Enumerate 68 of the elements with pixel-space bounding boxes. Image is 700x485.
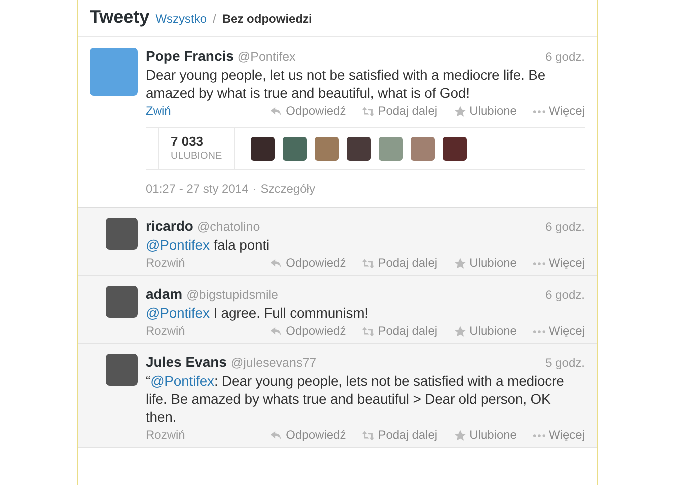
reply-button[interactable]: Odpowiedź	[270, 427, 346, 443]
more-button[interactable]: Więcej	[532, 323, 585, 339]
separator-slash: /	[213, 11, 216, 28]
tweet-text: @Pontifex fala ponti	[146, 236, 271, 254]
user-name[interactable]: adam	[146, 286, 183, 303]
retweet-icon	[362, 256, 376, 270]
star-icon	[454, 428, 467, 442]
reply-icon	[270, 104, 284, 118]
liker-avatar-placeholder[interactable]	[347, 136, 372, 160]
user-name[interactable]: ricardo	[146, 218, 194, 235]
filter-link[interactable]: Bez odpowiedzi	[222, 10, 312, 28]
avatar-photo-placeholder	[106, 354, 138, 386]
retweet-icon	[362, 428, 376, 442]
user-handle[interactable]: @julesevans77	[230, 355, 317, 372]
user-handle[interactable]: @chatolino	[197, 219, 260, 236]
collapse-link[interactable]: Zwiń	[146, 103, 172, 119]
avatar-photo-placeholder	[90, 48, 138, 96]
section-title: Tweety	[90, 6, 150, 29]
tweet-time: 6 godz.	[546, 219, 585, 236]
user-name[interactable]: Jules Evans	[146, 354, 227, 371]
favorite-button[interactable]: Ulubione	[454, 255, 517, 271]
tweet-text: Dear young people, let us not be satisfied with a mediocre life. Be amazed by what is true and beautiful, what is of God!	[146, 66, 547, 102]
star-icon	[454, 104, 467, 118]
tweet-time: 5 godz.	[546, 355, 585, 372]
reply-button[interactable]: Odpowiedź	[270, 323, 346, 339]
star-icon	[454, 256, 467, 270]
avatar-photo-placeholder	[106, 218, 138, 250]
details-link[interactable]: Szczegóły	[260, 180, 316, 198]
favorite-button[interactable]: Ulubione	[454, 103, 517, 119]
more-button[interactable]: Więcej	[532, 103, 585, 119]
favorite-button[interactable]: Ulubione	[454, 427, 517, 443]
reply-icon	[270, 256, 284, 270]
retweet-button[interactable]: Podaj dalej	[362, 323, 438, 339]
favorites-count: 7 033	[171, 134, 205, 149]
reply-icon	[270, 324, 284, 338]
expand-link[interactable]: Rozwiń	[146, 323, 270, 339]
filter-link[interactable]: Wszystko	[156, 10, 208, 28]
liker-avatar-placeholder[interactable]	[443, 136, 468, 160]
user-name[interactable]: Pope Francis	[146, 48, 234, 65]
tweet-time: 6 godz.	[546, 49, 585, 66]
more-button[interactable]: Więcej	[532, 255, 585, 271]
avatar-photo-placeholder	[106, 286, 138, 318]
mention-link[interactable]: @Pontifex	[146, 305, 210, 321]
user-handle[interactable]: @Pontifex	[238, 49, 296, 66]
favorite-button[interactable]: Ulubione	[454, 323, 517, 339]
favorites-label: ULUBIONE	[171, 150, 222, 164]
tweet-time: 6 godz.	[546, 287, 585, 304]
mention-link[interactable]: @Pontifex	[146, 237, 210, 253]
retweet-icon	[362, 104, 376, 118]
reply-button[interactable]: Odpowiedź	[270, 103, 346, 119]
dot-separator: ·	[252, 181, 257, 198]
tweet-text: @Pontifex I agree. Full communism!	[146, 304, 370, 322]
reply-button[interactable]: Odpowiedź	[270, 255, 346, 271]
retweet-button[interactable]: Podaj dalej	[362, 255, 438, 271]
tweet-timestamp: 01:27 - 27 sty 2014	[146, 181, 249, 198]
retweet-button[interactable]: Podaj dalej	[362, 427, 438, 443]
expand-link[interactable]: Rozwiń	[146, 427, 270, 443]
retweet-icon	[362, 324, 376, 338]
user-handle[interactable]: @bigstupidsmile	[186, 287, 278, 304]
reply-icon	[270, 428, 284, 442]
mention-link[interactable]: @Pontifex	[150, 373, 214, 389]
retweet-button[interactable]: Podaj dalej	[362, 103, 438, 119]
liker-avatar-placeholder[interactable]	[251, 136, 276, 160]
liker-avatar-placeholder[interactable]	[283, 136, 308, 160]
expand-link[interactable]: Rozwiń	[146, 255, 270, 271]
tweet-text: “@Pontifex: Dear young people, lets not be satisfied with a mediocre life. Be amazed by whats true and beautiful > Dear old person, OK then.	[146, 372, 566, 426]
more-button[interactable]: Więcej	[532, 427, 585, 443]
star-icon	[454, 324, 467, 338]
